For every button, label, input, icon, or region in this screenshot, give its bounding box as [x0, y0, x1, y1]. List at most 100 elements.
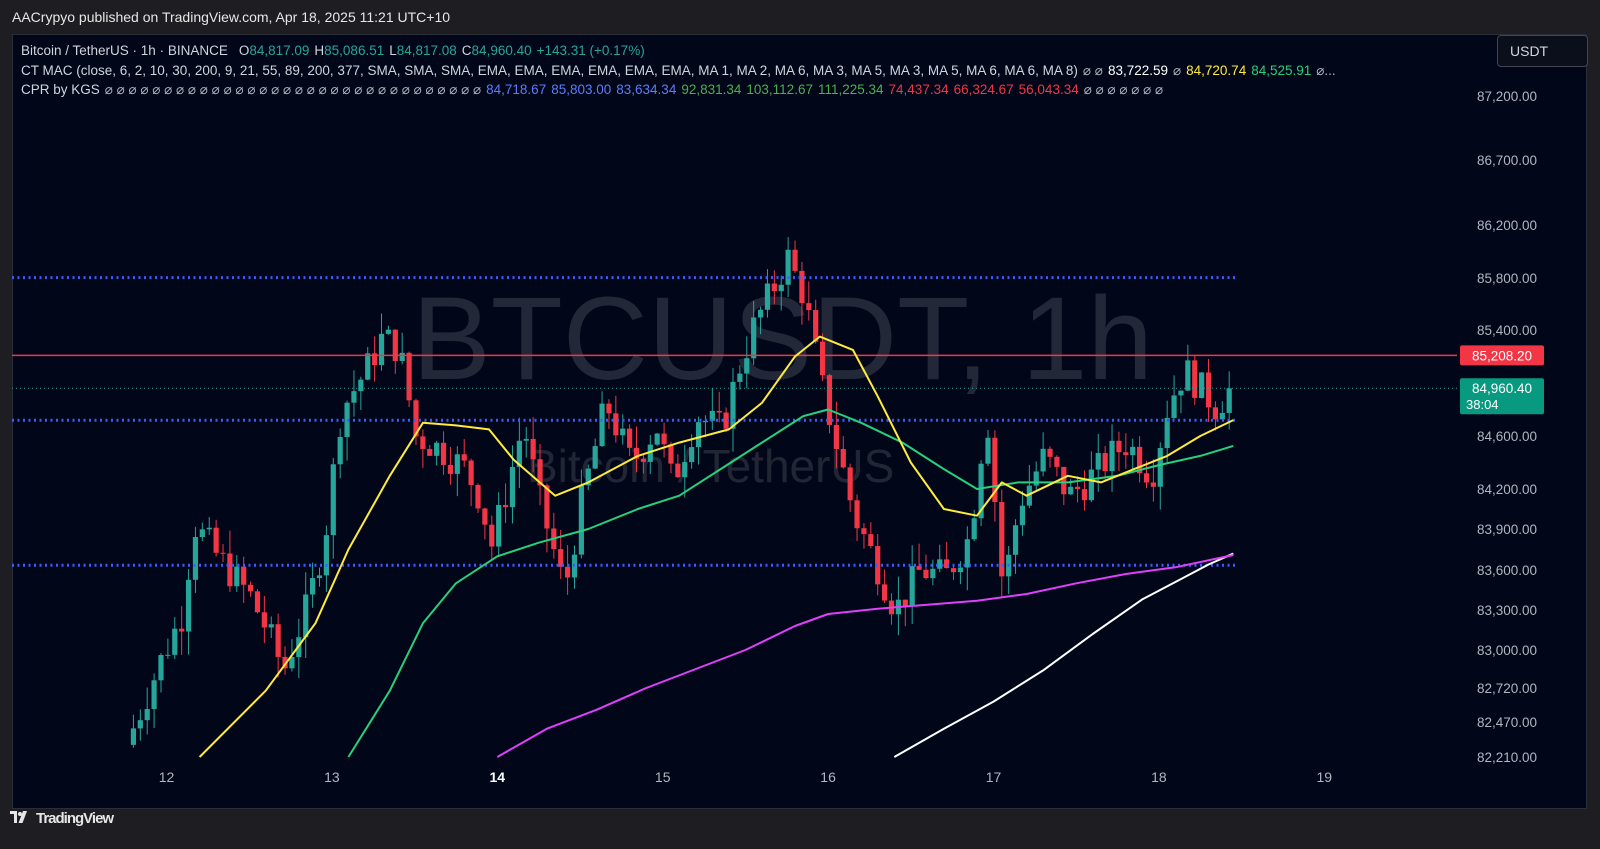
candle-body [310, 578, 316, 595]
candle-body [447, 464, 454, 474]
candle-body [530, 438, 536, 460]
candle-body [751, 317, 757, 359]
candle-body [482, 508, 488, 525]
candle-body [882, 584, 888, 601]
candle-body [854, 500, 860, 529]
candle-body [716, 410, 722, 413]
candle-body [1178, 390, 1184, 396]
candle-body [544, 485, 550, 529]
candle-body [792, 249, 798, 271]
candle-body [1123, 452, 1129, 456]
candle-body [523, 438, 529, 441]
x-axis-tick-label: 16 [820, 769, 836, 785]
candle-body [1054, 456, 1060, 467]
candle-body [668, 444, 674, 464]
candle-body [819, 341, 826, 376]
candle-body [192, 537, 199, 580]
candle-body [640, 458, 647, 462]
candle-body [434, 442, 440, 456]
candle-body [468, 460, 474, 486]
y-axis-tick-label: 83,600.00 [1477, 563, 1537, 578]
y-axis-tick-label: 83,300.00 [1477, 603, 1537, 618]
y-axis-tick-label: 86,700.00 [1477, 153, 1537, 168]
x-axis-tick-label: 14 [490, 769, 506, 785]
candle-body [234, 566, 240, 587]
candle-body [330, 464, 336, 536]
candle-body [1012, 525, 1019, 555]
candle-body [199, 529, 205, 538]
publish-text: AACrypyo published on TradingView.com, A… [12, 9, 451, 25]
ma-magenta-line [496, 554, 1234, 758]
y-axis-tick-label: 83,900.00 [1477, 522, 1537, 537]
candle-body [323, 535, 329, 576]
candle-body [261, 612, 267, 628]
candle-body [682, 462, 688, 478]
y-axis-tick-label: 84,200.00 [1477, 482, 1537, 497]
candle-body [365, 353, 371, 380]
candle-body [1102, 453, 1108, 472]
candle-body [392, 329, 398, 361]
candle-body [806, 303, 812, 311]
candle-body [1171, 395, 1177, 418]
candle-body [1130, 446, 1136, 456]
candle-body [172, 628, 178, 655]
candle-body [1164, 417, 1170, 448]
candle-body [1095, 453, 1101, 470]
candle-body [475, 485, 481, 509]
candle-body [661, 433, 667, 445]
brand-text[interactable]: TradingView [36, 810, 114, 827]
candle-body [902, 599, 908, 606]
candle-body [144, 709, 150, 721]
candle-body [737, 373, 743, 382]
candle-body [1199, 372, 1205, 398]
candle-body [1109, 440, 1115, 472]
candle-body [241, 566, 247, 585]
candle-body [964, 539, 970, 568]
candle-body [399, 352, 405, 361]
candle-body [840, 449, 846, 468]
y-axis-tick-label: 82,720.00 [1477, 681, 1537, 696]
candle-body [1150, 482, 1156, 487]
resistance-price-label: 85,208.20 [1472, 348, 1532, 363]
candle-body [744, 358, 750, 374]
candle-body [606, 403, 612, 414]
candle-body [1068, 486, 1074, 495]
candle-body [158, 655, 164, 681]
candle-body [385, 329, 392, 334]
candle-body [909, 566, 915, 606]
candle-body [1081, 489, 1088, 501]
x-axis-tick-label: 15 [655, 769, 671, 785]
candle-body [206, 527, 212, 530]
y-axis-tick-label: 85,800.00 [1477, 271, 1537, 286]
candle-body [179, 628, 185, 632]
candle-body [813, 310, 819, 342]
candle-body [165, 654, 171, 656]
candle-body [826, 375, 833, 425]
price-chart[interactable]: BTCUSDT, 1hBitcoin / TetherUS87,200.0086… [12, 34, 1587, 809]
y-axis-tick-label: 87,200.00 [1477, 89, 1537, 104]
candle-body [1074, 486, 1081, 490]
watermark-symbol: BTCUSDT, 1h [412, 273, 1153, 405]
candle-body [695, 422, 702, 448]
candle-body [950, 568, 957, 573]
candle-body [378, 333, 385, 366]
x-axis-tick-label: 13 [324, 769, 340, 785]
candle-body [1226, 388, 1232, 413]
candle-body [1033, 471, 1039, 486]
candle-body [654, 433, 660, 445]
candle-body [440, 442, 447, 465]
candle-body [489, 524, 495, 547]
candle-body [1019, 505, 1026, 526]
x-axis-tick-label: 17 [986, 769, 1002, 785]
candle-body [1185, 360, 1191, 391]
candle-body [502, 504, 509, 508]
candle-body [185, 579, 192, 632]
candle-body [420, 436, 426, 449]
current-price-label: 84,960.40 [1472, 381, 1532, 396]
candle-body [868, 534, 874, 547]
candle-body [675, 463, 681, 478]
candle-body [316, 575, 323, 579]
candle-body [509, 466, 516, 508]
candle-body [461, 454, 467, 461]
candle-body [930, 568, 936, 579]
